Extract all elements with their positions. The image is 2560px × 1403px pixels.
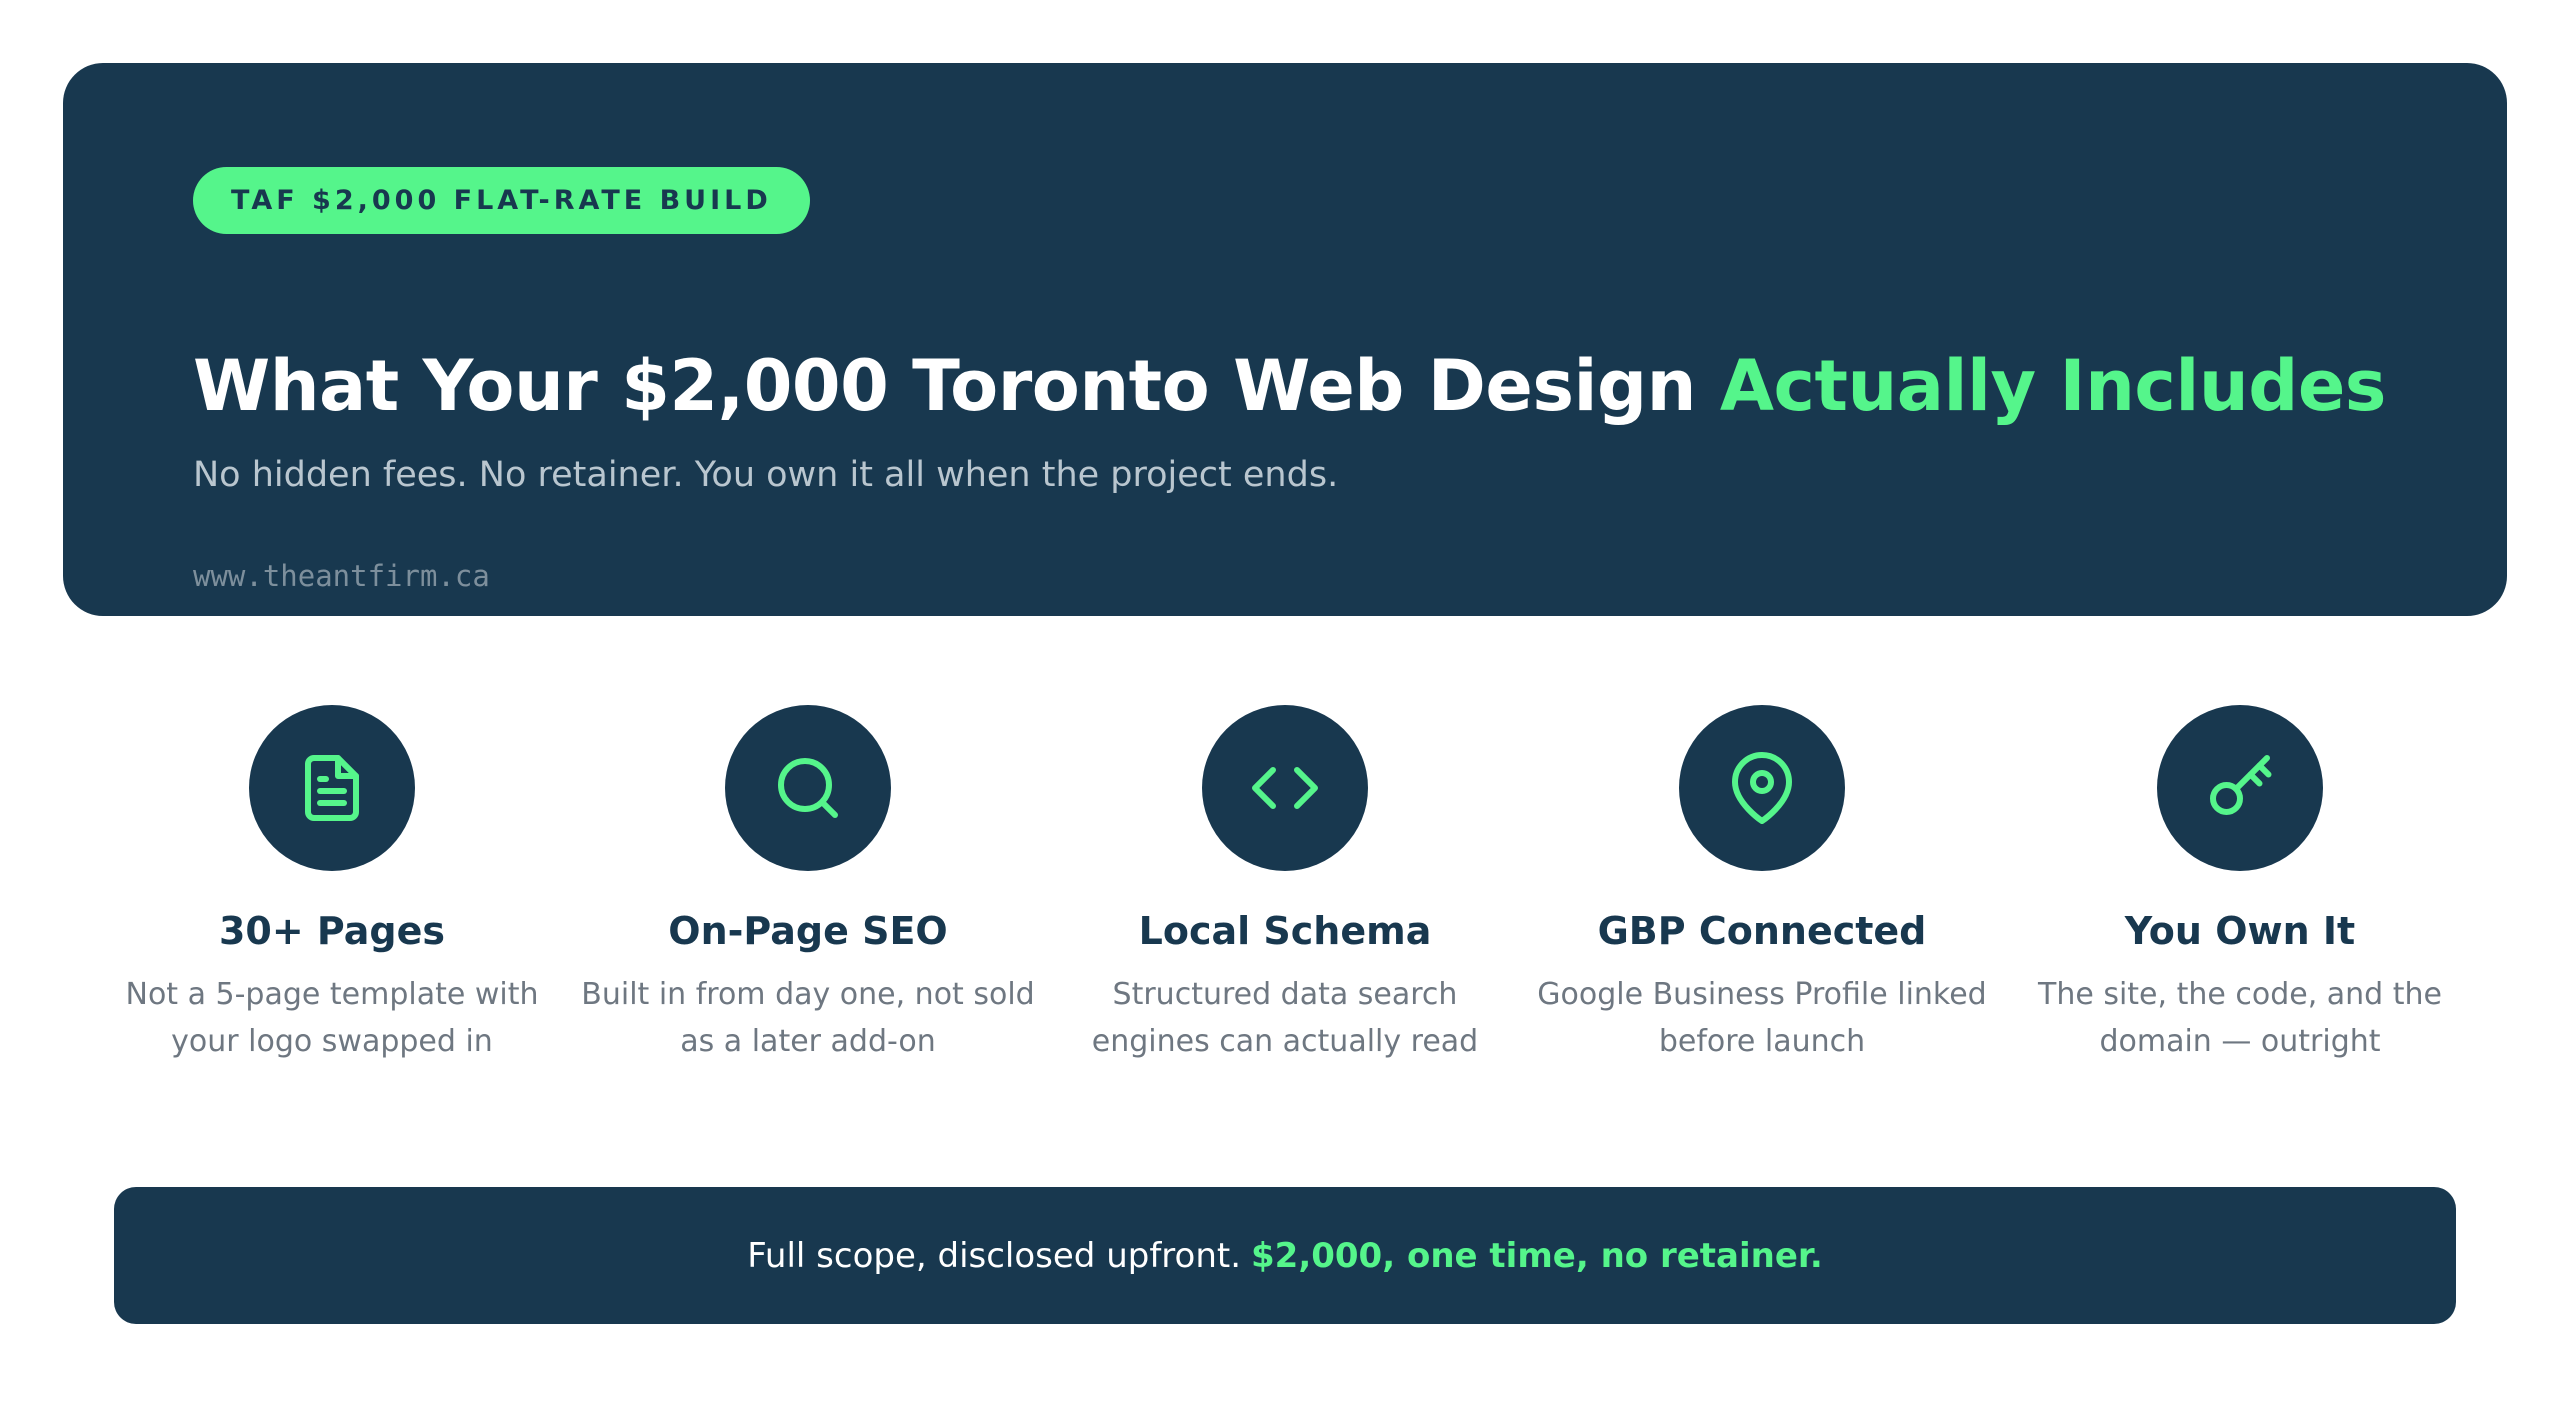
scope-summary-text: Full scope, disclosed upfront. [747, 1235, 1242, 1276]
feature-desc-line: The site, the code, and the [2038, 977, 2442, 1012]
feature-seo: On-Page SEO Built in from day one, not s… [578, 705, 1038, 1065]
map-pin-icon [1732, 752, 1792, 824]
feature-description: Built in from day one, not sold as a lat… [578, 971, 1038, 1065]
feature-desc-line: engines can actually read [1091, 1024, 1479, 1059]
feature-icon-circle [1679, 705, 1845, 871]
feature-title: You Own It [2124, 909, 2356, 953]
feature-desc-line: Not a 5-page template with [125, 977, 539, 1012]
hero-banner: TAF $2,000 FLAT-RATE BUILD What Your $2,… [63, 63, 2507, 616]
feature-icon-circle [2157, 705, 2323, 871]
feature-description: Not a 5-page template with your logo swa… [102, 971, 562, 1065]
features-row: 30+ Pages Not a 5-page template with you… [0, 705, 2560, 1085]
search-icon [778, 758, 838, 818]
feature-desc-line: as a later add-on [680, 1024, 936, 1059]
hero-title: What Your $2,000 Toronto Web Design Actu… [193, 341, 2386, 431]
feature-title: GBP Connected [1597, 909, 1927, 953]
document-icon [305, 755, 359, 821]
feature-desc-line: your logo swapped in [171, 1024, 493, 1059]
feature-icon-circle [249, 705, 415, 871]
scope-summary-bar: Full scope, disclosed upfront. $2,000, o… [114, 1187, 2456, 1324]
hero-title-main: What Your $2,000 Toronto Web Design [193, 345, 1720, 427]
code-icon [1252, 767, 1318, 809]
hero-subtitle: No hidden fees. No retainer. You own it … [193, 455, 1339, 495]
key-icon [2210, 755, 2272, 815]
feature-description: Structured data search engines can actua… [1055, 971, 1515, 1065]
feature-schema: Local Schema Structured data search engi… [1055, 705, 1515, 1065]
feature-description: Google Business Profile linked before la… [1532, 971, 1992, 1065]
price-badge: TAF $2,000 FLAT-RATE BUILD [193, 167, 810, 234]
feature-icon-circle [725, 705, 891, 871]
hero-title-accent: Actually Includes [1719, 345, 2387, 427]
feature-title: 30+ Pages [218, 909, 445, 953]
feature-desc-line: Google Business Profile linked [1537, 977, 1987, 1012]
feature-gbp: GBP Connected Google Business Profile li… [1532, 705, 1992, 1065]
feature-desc-line: before launch [1658, 1024, 1866, 1059]
feature-description: The site, the code, and the domain — out… [2010, 971, 2470, 1065]
feature-desc-line: domain — outright [2099, 1024, 2381, 1059]
feature-desc-line: Structured data search [1112, 977, 1458, 1012]
feature-pages: 30+ Pages Not a 5-page template with you… [102, 705, 562, 1065]
feature-title: Local Schema [1138, 909, 1432, 953]
feature-desc-line: Built in from day one, not sold [581, 977, 1035, 1012]
feature-icon-circle [1202, 705, 1368, 871]
scope-summary-price: $2,000, one time, no retainer. [1251, 1235, 1823, 1276]
feature-ownership: You Own It The site, the code, and the d… [2010, 705, 2470, 1065]
website-url: www.theantfirm.ca [193, 559, 490, 593]
feature-title: On-Page SEO [668, 909, 948, 953]
page: TAF $2,000 FLAT-RATE BUILD What Your $2,… [0, 0, 2560, 1403]
